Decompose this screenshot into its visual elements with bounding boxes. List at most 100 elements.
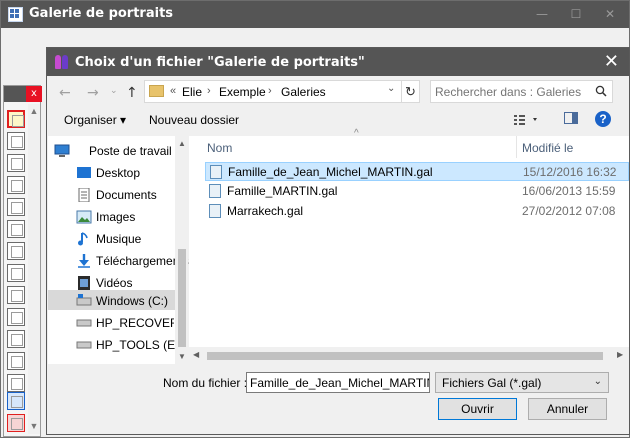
breadcrumb-galeries[interactable]: Galeries: [281, 85, 326, 99]
save-tool-button[interactable]: [7, 154, 25, 172]
portraits-icon: [55, 55, 69, 69]
column-header-name[interactable]: Nom: [207, 141, 232, 155]
nav-item-musique[interactable]: Musique: [96, 232, 141, 246]
up-arrow-icon[interactable]: ↑: [126, 85, 138, 101]
gal-file-icon: [209, 204, 221, 218]
music-icon: [78, 232, 88, 246]
gal-file-icon: [210, 165, 222, 179]
gallery-tool-button[interactable]: [7, 110, 25, 128]
nav-item-desktop[interactable]: Desktop: [96, 166, 140, 180]
layout-tool-button[interactable]: [7, 330, 25, 348]
windows-drive-icon: [76, 294, 92, 306]
navigation-pane: Poste de travail Desktop Documents Image…: [48, 136, 189, 364]
open-button[interactable]: Ouvrir: [438, 398, 517, 420]
nav-item-videos[interactable]: Vidéos: [96, 276, 132, 290]
gallery-app-icon: [8, 7, 23, 22]
page-tool-button[interactable]: [7, 220, 25, 238]
nav-item-hp-tools[interactable]: HP_TOOLS (E:): [96, 338, 182, 352]
blank-tool-button[interactable]: [7, 352, 25, 370]
scroll-left-icon[interactable]: ◀: [193, 350, 199, 359]
preview-pane-icon[interactable]: [564, 112, 578, 124]
file-modified-date: 16/06/2013 15:59: [522, 184, 616, 198]
file-name: Famille_MARTIN.gal: [227, 184, 338, 198]
scroll-down-icon[interactable]: ▼: [28, 421, 40, 433]
grid-tool-button[interactable]: [7, 308, 25, 326]
back-arrow-icon[interactable]: ←: [59, 85, 71, 101]
tool-palette-header[interactable]: [4, 86, 26, 102]
horizontal-scroll-thumb[interactable]: [207, 352, 603, 360]
nav-item-images[interactable]: Images: [96, 210, 135, 224]
new-tool-button[interactable]: [7, 132, 25, 150]
refresh-button[interactable]: ↻: [401, 80, 420, 103]
file-row[interactable]: Famille_MARTIN.gal 16/06/2013 15:59: [205, 182, 629, 201]
file-dialog: Choix d'un fichier "Galerie de portraits…: [46, 47, 630, 435]
recent-chevron-icon[interactable]: ⌄: [110, 86, 118, 96]
nav-item-poste-de-travail[interactable]: Poste de travail: [89, 144, 172, 158]
dialog-titlebar[interactable]: Choix d'un fichier "Galerie de portraits…: [47, 48, 629, 76]
videos-icon: [78, 276, 90, 290]
scroll-up-icon[interactable]: ▲: [178, 139, 186, 148]
breadcrumb-exemple[interactable]: Exemple: [219, 85, 266, 99]
scroll-down-icon[interactable]: ▼: [178, 352, 186, 361]
computer-icon: [54, 144, 70, 157]
filename-input[interactable]: Famille_de_Jean_Michel_MARTIN.gal: [246, 372, 430, 393]
help-icon[interactable]: ?: [595, 111, 611, 127]
nav-item-documents[interactable]: Documents: [96, 188, 157, 202]
new-folder-button[interactable]: Nouveau dossier: [149, 113, 239, 127]
search-icon: [595, 85, 607, 97]
view-options-icon[interactable]: [513, 112, 543, 128]
gal-file-icon: [209, 184, 221, 198]
breadcrumb-separator-icon[interactable]: ›: [207, 85, 211, 97]
copy-tool-button[interactable]: [7, 242, 25, 260]
maximize-button[interactable]: ☐: [559, 1, 593, 28]
column-header-modified[interactable]: Modifié le: [522, 141, 573, 155]
nav-item-windows-c[interactable]: Windows (C:): [96, 294, 168, 308]
app-close-button[interactable]: ✕: [593, 1, 627, 28]
address-bar[interactable]: « Elie › Exemple › Galeries: [144, 80, 420, 103]
sort-ascending-icon: ^: [354, 128, 359, 139]
dialog-close-button[interactable]: ✕: [604, 51, 619, 72]
chevron-down-icon: ⌄: [593, 376, 602, 387]
tool-palette-close-button[interactable]: x: [26, 86, 42, 102]
search-input[interactable]: [435, 84, 585, 99]
drive-icon: [76, 319, 92, 327]
downloads-icon: [78, 254, 90, 268]
file-name: Marrakech.gal: [227, 204, 304, 218]
breadcrumb-elie[interactable]: Elie: [182, 85, 202, 99]
minimize-button[interactable]: —: [525, 1, 559, 28]
drive-icon: [76, 341, 92, 349]
effects-tool-button[interactable]: [7, 374, 25, 392]
resize-tool-button[interactable]: [7, 176, 25, 194]
scroll-up-icon[interactable]: ▲: [28, 106, 40, 118]
column-divider[interactable]: [516, 136, 517, 158]
horizontal-scrollbar[interactable]: ◀ ▶: [189, 347, 629, 364]
address-dropdown-icon[interactable]: ⌄: [387, 83, 395, 94]
file-row[interactable]: Marrakech.gal 27/02/2012 07:08: [205, 202, 629, 221]
desktop-icon: [77, 167, 91, 178]
search-box[interactable]: [430, 80, 613, 103]
nav-item-hp-recovery[interactable]: HP_RECOVERY (D:): [96, 316, 174, 330]
delete-tool-button[interactable]: [7, 414, 25, 432]
rotate-tool-button[interactable]: [7, 198, 25, 216]
scroll-right-icon[interactable]: ▶: [617, 350, 623, 359]
file-modified-date: 15/12/2016 16:32: [523, 165, 617, 179]
filetype-select[interactable]: Fichiers Gal (*.gal) ⌄: [435, 372, 609, 393]
app-title: Galerie de portraits: [29, 6, 174, 21]
breadcrumb-separator-icon[interactable]: ›: [268, 85, 272, 97]
organise-menu[interactable]: Organiser ▾: [64, 113, 126, 127]
filename-label: Nom du fichier :: [163, 376, 248, 390]
tool-palette: x ▲ ▼: [3, 85, 42, 437]
file-row[interactable]: Famille_de_Jean_Michel_MARTIN.gal 15/12/…: [205, 162, 629, 181]
nav-scroll-thumb[interactable]: [178, 249, 186, 347]
frame-tool-button[interactable]: [7, 286, 25, 304]
forward-arrow-icon[interactable]: →: [87, 85, 99, 101]
filename-value: Famille_de_Jean_Michel_MARTIN.gal: [250, 376, 429, 390]
images-icon: [76, 210, 92, 224]
share-tool-button[interactable]: [7, 392, 25, 410]
crop-tool-button[interactable]: [7, 264, 25, 282]
tool-palette-scrollbar[interactable]: [28, 104, 40, 434]
app-titlebar[interactable]: Galerie de portraits — ☐ ✕: [1, 1, 629, 28]
file-modified-date: 27/02/2012 07:08: [522, 204, 616, 218]
cancel-button[interactable]: Annuler: [528, 398, 607, 420]
breadcrumb-overflow[interactable]: «: [170, 85, 176, 97]
